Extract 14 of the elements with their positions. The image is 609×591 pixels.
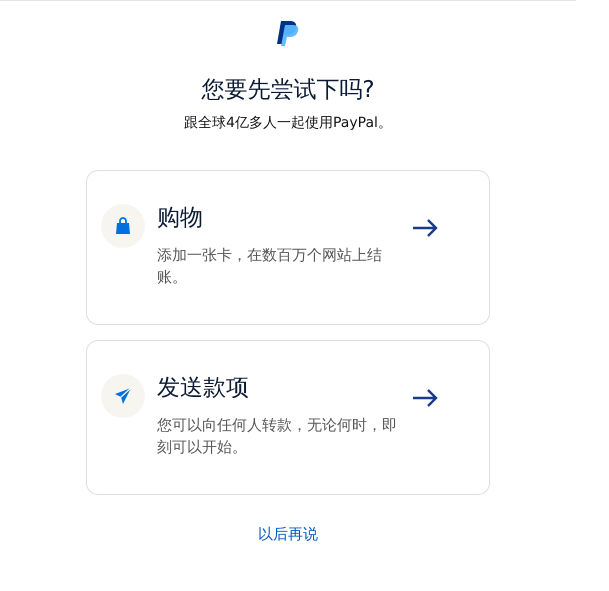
option-title: 发送款项 (157, 374, 250, 403)
option-description: 添加一张卡，在数百万个网站上结账。 (157, 245, 383, 288)
subtitle: 跟全球4亿多人一起使用PayPal。 (184, 114, 392, 132)
arrow-right-icon (412, 219, 438, 237)
arrow-right-icon (412, 389, 438, 407)
option-card[interactable]: 购物 添加一张卡，在数百万个网站上结账。 (86, 170, 490, 325)
option-card[interactable]: 发送款项 您可以向任何人转款，无论何时，即刻可以开始。 (86, 340, 490, 495)
later-link[interactable]: 以后再说 (258, 525, 318, 544)
option-description: 您可以向任何人转款，无论何时，即刻可以开始。 (157, 415, 398, 458)
page-title: 您要先尝试下吗? (201, 76, 375, 105)
paper-plane-icon (101, 374, 145, 418)
shopping-bag-icon (101, 204, 145, 248)
option-title: 购物 (157, 204, 204, 233)
logo-icon (276, 20, 300, 48)
